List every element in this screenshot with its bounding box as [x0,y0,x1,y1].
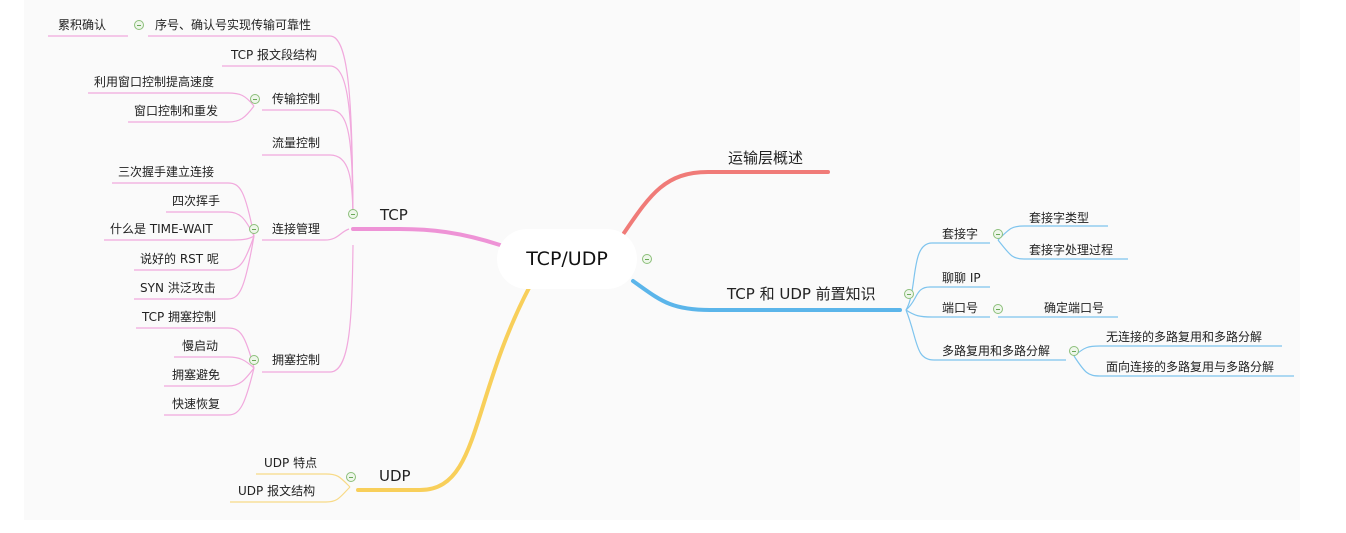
link-root-tcp [351,227,502,247]
three-way-node[interactable]: 三次握手建立连接 [118,165,214,179]
link-connection-timewait [104,235,255,241]
prereq-collapse-toggle[interactable] [904,289,914,299]
root-label: TCP/UDP [526,248,608,270]
port-node[interactable]: 端口号 [942,301,978,315]
tcp-collapse-toggle[interactable] [348,209,358,219]
root-node[interactable]: TCP/UDP [497,229,637,289]
socket-node[interactable]: 套接字 [942,227,978,241]
link-tcp-flow [262,154,354,214]
connection-node[interactable]: 连接管理 [272,222,320,236]
link-congestion-slowstart [174,356,255,369]
socket-collapse-toggle[interactable] [993,229,1003,239]
ip-node[interactable]: 聊聊 IP [942,271,981,285]
udp-collapse-toggle[interactable] [346,472,356,482]
congestion-collapse-toggle[interactable] [249,355,259,365]
link-root-udp [356,284,532,492]
cumulative-ack-node[interactable]: 累积确认 [58,18,106,32]
link-root-overview [622,170,830,235]
link-mux-connectionless [1073,345,1282,357]
transmission-collapse-toggle[interactable] [250,94,260,104]
udp-features-node[interactable]: UDP 特点 [264,456,317,470]
time-wait-node[interactable]: 什么是 TIME-WAIT [110,222,213,236]
tcp-node[interactable]: TCP [380,206,408,224]
root-collapse-toggle[interactable] [642,254,652,264]
overview-node[interactable]: 运输层概述 [728,149,803,167]
syn-flood-node[interactable]: SYN 洪泛攻击 [140,281,216,295]
mux-collapse-toggle[interactable] [1069,346,1079,356]
mux-connectionless-node[interactable]: 无连接的多路复用和多路分解 [1106,330,1262,344]
four-way-node[interactable]: 四次挥手 [172,194,220,208]
socket-process-node[interactable]: 套接字处理过程 [1029,243,1113,257]
link-tcp-transmission [262,109,354,214]
mux-node[interactable]: 多路复用和多路分解 [942,344,1050,358]
flow-control-node[interactable]: 流量控制 [272,136,320,150]
rst-node[interactable]: 说好的 RST 呢 [140,252,219,266]
connection-collapse-toggle[interactable] [249,224,259,234]
window-retrans-node[interactable]: 窗口控制和重发 [134,104,218,118]
udp-structure-node[interactable]: UDP 报文结构 [238,484,315,498]
prereq-node[interactable]: TCP 和 UDP 前置知识 [727,285,876,303]
mux-connection-node[interactable]: 面向连接的多路复用与多路分解 [1106,360,1274,374]
congestion-node[interactable]: 拥塞控制 [272,353,320,367]
reliability-collapse-toggle[interactable] [134,20,144,30]
window-speed-node[interactable]: 利用窗口控制提高速度 [94,75,214,89]
socket-type-node[interactable]: 套接字类型 [1029,211,1089,225]
segment-structure-node[interactable]: TCP 报文段结构 [231,48,317,62]
link-socket-type [997,225,1108,241]
slow-start-node[interactable]: 慢启动 [182,339,218,353]
port-determine-node[interactable]: 确定端口号 [1044,301,1104,315]
port-collapse-toggle[interactable] [993,304,1003,314]
udp-node[interactable]: UDP [379,467,411,485]
tcp-congestion-node[interactable]: TCP 拥塞控制 [142,310,216,324]
congestion-avoid-node[interactable]: 拥塞避免 [172,368,220,382]
reliability-node[interactable]: 序号、确认号实现传输可靠性 [155,18,311,32]
transmission-node[interactable]: 传输控制 [272,92,320,106]
fast-recovery-node[interactable]: 快速恢复 [172,397,220,411]
link-tcp-reliability [148,35,354,214]
